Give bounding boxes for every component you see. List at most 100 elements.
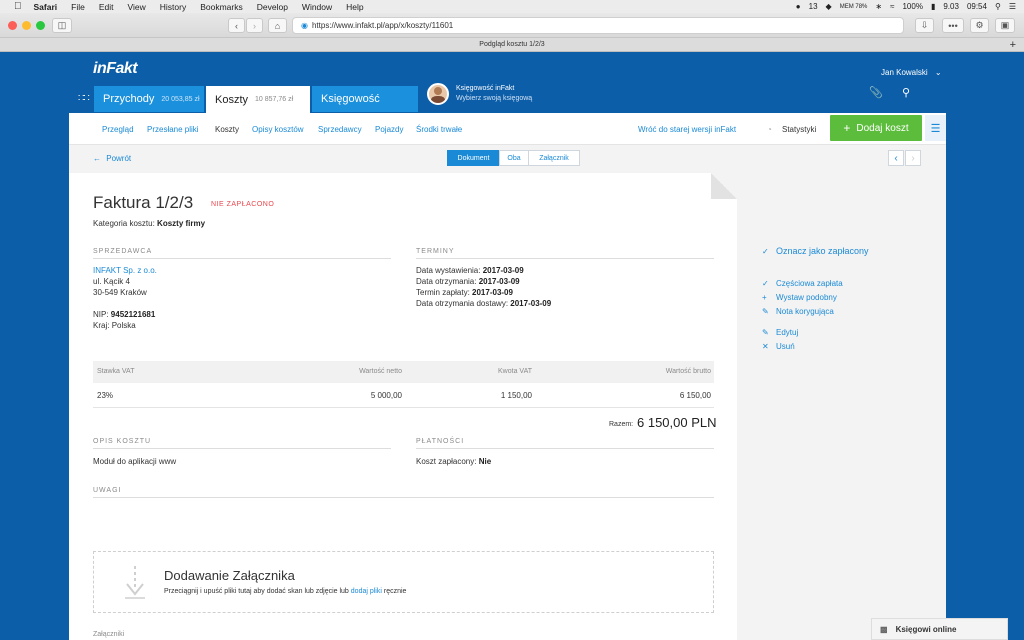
record-icon[interactable]: ●: [796, 2, 801, 11]
paperclip-icon[interactable]: 📎: [869, 86, 883, 99]
chat-widget[interactable]: ▩ Księgowi online: [871, 618, 1008, 640]
tab-ksiegowosc[interactable]: Księgowość: [312, 86, 418, 112]
sidebar-toggle-icon[interactable]: ◫: [52, 18, 72, 33]
vat-gross-cell: 6 150,00: [679, 391, 711, 400]
address-bar[interactable]: ◉ https://www.infakt.pl/app/x/koszty/116…: [292, 17, 904, 34]
subnav-przeslane-pliki[interactable]: Przesłane pliki: [147, 125, 199, 134]
list-icon[interactable]: ☰: [1009, 2, 1016, 11]
tab-koszty[interactable]: Koszty 10 857,76 zł: [206, 86, 310, 113]
home-icon[interactable]: ⌂: [268, 18, 287, 33]
tab-label: Księgowość: [321, 93, 380, 105]
delete-action[interactable]: ✕ Usuń: [762, 342, 795, 351]
menu-window[interactable]: Window: [302, 2, 332, 12]
subnav-przeglad[interactable]: Przegląd: [102, 125, 134, 134]
tab-przychody[interactable]: Przychody 20 053,85 zł: [94, 86, 204, 112]
description-value: Moduł do aplikacji www: [93, 457, 177, 466]
search-icon[interactable]: ⚲: [995, 2, 1001, 11]
close-window-button[interactable]: [8, 21, 17, 30]
minimize-window-button[interactable]: [22, 21, 31, 30]
forward-arrow-icon[interactable]: ›: [246, 18, 263, 33]
bluetooth-icon[interactable]: ∗: [875, 2, 882, 11]
new-tab-icon[interactable]: +: [1010, 38, 1016, 52]
mem-indicator: MEM 78%: [839, 3, 868, 10]
chevron-down-icon[interactable]: ⌄: [935, 68, 942, 77]
menu-develop[interactable]: Develop: [257, 2, 288, 12]
hamburger-menu-icon[interactable]: ☰: [925, 115, 946, 141]
paid-label: Koszt zapłacony:: [416, 457, 477, 466]
add-cost-label: Dodaj koszt: [856, 122, 909, 134]
partial-payment-action[interactable]: ✓ Częściowa zapłata: [762, 279, 843, 288]
tab-title[interactable]: Podgląd kosztu 1/2/3: [479, 41, 544, 48]
delivery-date: Data otrzymania dostawy: 2017-03-09: [416, 299, 551, 310]
vat-col-rate: Stawka VAT: [97, 368, 135, 375]
zoom-window-button[interactable]: [36, 21, 45, 30]
segment-dokument[interactable]: Dokument: [447, 150, 500, 166]
seller-name[interactable]: INFAKT Sp. z o.o.: [93, 266, 157, 277]
download-icon[interactable]: ⇩: [915, 18, 934, 33]
menu-app[interactable]: Safari: [34, 2, 58, 12]
apple-icon[interactable]: : [14, 1, 22, 12]
search-icon[interactable]: ⚲: [902, 86, 910, 99]
page-scrollbar[interactable]: [1013, 52, 1024, 640]
menu-view[interactable]: View: [127, 2, 145, 12]
prev-document-icon[interactable]: ‹: [888, 150, 904, 166]
user-name[interactable]: Jan Kowalski: [881, 68, 928, 77]
menu-help[interactable]: Help: [346, 2, 363, 12]
back-arrow-icon[interactable]: ‹: [228, 18, 245, 33]
user-menu[interactable]: Jan Kowalski ⌄: [881, 68, 942, 77]
total-label: Razem:: [609, 421, 634, 428]
apps-grid-icon[interactable]: ∷∷: [78, 93, 90, 104]
due-value: 2017-03-09: [472, 288, 513, 297]
wifi-icon[interactable]: ≈: [890, 2, 894, 11]
status-badge: NIE ZAPŁACONO: [211, 201, 275, 208]
subnav-sprzedawcy[interactable]: Sprzedawcy: [318, 125, 362, 134]
extension-icon[interactable]: ⚙: [970, 18, 989, 33]
subnav-srodki-trwale[interactable]: Środki trwałe: [416, 125, 462, 134]
wrench-icon: ✎: [762, 307, 769, 316]
close-icon: ✕: [762, 342, 769, 351]
category-value: Koszty firmy: [157, 219, 206, 228]
add-files-link[interactable]: dodaj pliki: [351, 588, 382, 595]
issue-similar-action[interactable]: + Wystaw podobny: [762, 293, 837, 302]
vat-rate-cell: 23%: [97, 391, 114, 400]
segment-zalacznik[interactable]: Załącznik: [528, 150, 580, 166]
infakt-logo[interactable]: inFakt: [93, 60, 138, 78]
tabs-overview-icon[interactable]: ▣: [995, 18, 1015, 33]
menu-history[interactable]: History: [160, 2, 186, 12]
issue-similar-label: Wystaw podobny: [776, 293, 837, 302]
accountant-widget[interactable]: Księgowość inFakt Wybierz swoją księgową: [427, 83, 567, 109]
plus-icon: +: [843, 121, 851, 135]
issue-value: 2017-03-09: [482, 266, 524, 275]
menu-edit[interactable]: Edit: [99, 2, 114, 12]
partial-check-icon: ✓: [762, 279, 769, 288]
subnav-koszty[interactable]: Koszty: [215, 125, 239, 134]
edit-action[interactable]: ✎ Edytuj: [762, 328, 798, 337]
issue-label: Data wystawienia:: [416, 266, 481, 275]
next-document-icon[interactable]: ›: [905, 150, 921, 166]
vat-amount-cell: 1 150,00: [500, 391, 532, 400]
accountant-subtitle[interactable]: Wybierz swoją księgową: [456, 95, 532, 102]
add-cost-button[interactable]: + Dodaj koszt: [830, 115, 922, 141]
attachment-dropzone[interactable]: Dodawanie Załącznika Przeciągnij i upuść…: [93, 551, 714, 613]
sub-navigation: Przegląd Przesłane pliki Koszty Opisy ko…: [69, 113, 946, 145]
segment-oba[interactable]: Oba: [499, 150, 529, 166]
globe-icon: ◉: [301, 21, 308, 30]
tab-amount: 10 857,76 zł: [255, 96, 294, 103]
menu-file[interactable]: File: [71, 2, 85, 12]
menu-bookmarks[interactable]: Bookmarks: [200, 2, 243, 12]
partial-payment-label: Częściowa zapłata: [776, 279, 843, 288]
old-version-link[interactable]: Wróć do starej wersji inFakt: [638, 125, 736, 134]
arrow-left-icon: ←: [93, 154, 101, 163]
received-value: 2017-03-09: [478, 277, 520, 286]
mark-paid-action[interactable]: ✓ Oznacz jako zapłacony: [762, 246, 869, 256]
seller-nip: NIP: 9452121681: [93, 310, 155, 321]
url-text[interactable]: https://www.infakt.pl/app/x/koszty/11601: [312, 21, 453, 30]
more-icon[interactable]: •••: [942, 18, 964, 33]
battery-icon[interactable]: ▮: [931, 2, 935, 11]
back-link[interactable]: ← Powrót: [93, 154, 131, 163]
subnav-pojazdy[interactable]: Pojazdy: [375, 125, 403, 134]
dropbox-icon[interactable]: ◆: [826, 2, 832, 11]
subnav-opisy-kosztow[interactable]: Opisy kosztów: [252, 125, 304, 134]
correction-note-action[interactable]: ✎ Nota korygująca: [762, 307, 834, 316]
stats-link[interactable]: Statystyki: [782, 125, 816, 134]
